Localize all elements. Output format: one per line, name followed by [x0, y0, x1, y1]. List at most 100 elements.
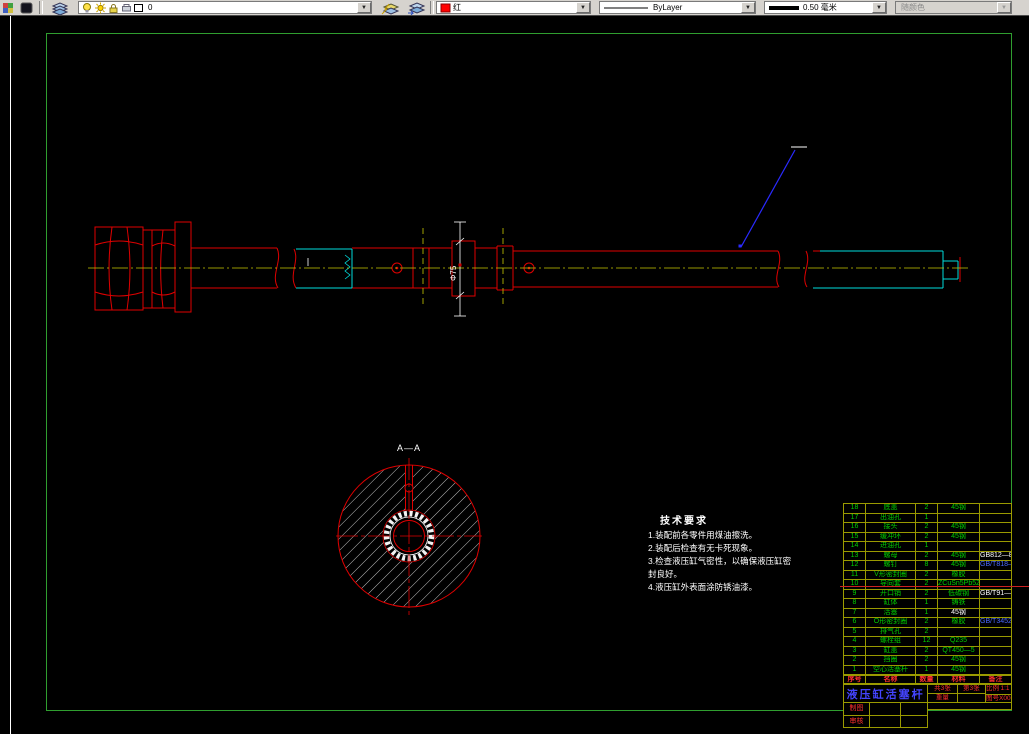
- cell-qty: 2: [916, 656, 938, 665]
- cell-name: 螺母: [866, 551, 916, 560]
- cell-no: 16: [844, 523, 866, 532]
- cell-no: 10: [844, 580, 866, 589]
- technical-requirements: 技术要求 1.装配前各零件用煤油擦洗。 2.装配后检查有无卡死现象。 3.检查液…: [648, 512, 808, 594]
- cell-material: 45钢: [938, 665, 980, 674]
- section-view-aa: [336, 458, 482, 616]
- table-row: 3 缸盖 2 QT450—5: [844, 646, 1011, 656]
- cell-remark: [980, 647, 1011, 656]
- layer-dropdown[interactable]: 0 ▼: [78, 1, 372, 14]
- table-row: 5 排气孔 2: [844, 627, 1011, 637]
- cell-no: 15: [844, 532, 866, 541]
- empty-cell: [901, 703, 927, 715]
- cell-name: 螺钉: [866, 561, 916, 570]
- cell-no: 9: [844, 589, 866, 598]
- linetype-value: ByLayer: [653, 3, 683, 12]
- color-value: 红: [453, 3, 461, 12]
- layer-properties-button[interactable]: [0, 0, 15, 15]
- cell-material: 橡胶: [938, 618, 980, 627]
- cell-remark: [980, 571, 1011, 580]
- layer-properties-icon: [2, 2, 13, 13]
- cell-qty: 2: [916, 627, 938, 636]
- cell-remark: [980, 637, 1011, 646]
- empty-cell: [870, 703, 901, 715]
- cell-material: 45钢: [938, 523, 980, 532]
- cell-qty: 2: [916, 646, 938, 655]
- dropdown-arrow-icon[interactable]: ▼: [576, 2, 590, 13]
- cell-no: 6: [844, 618, 866, 627]
- cell-name: 进油孔: [866, 542, 916, 551]
- lock-icon: [109, 3, 118, 13]
- drawing-title: 液压缸活塞杆: [844, 685, 929, 702]
- table-row: 7 活塞 1 45钢: [844, 608, 1011, 618]
- header-qty: 数量: [916, 676, 938, 683]
- bulb-icon: [83, 2, 91, 12]
- section-label: A—A: [397, 443, 421, 453]
- table-row: 11 V形密封圈 2 橡胶: [844, 570, 1011, 580]
- table-row: 17 出油孔 1: [844, 513, 1011, 523]
- header-name: 名称: [866, 676, 916, 683]
- lineweight-dropdown[interactable]: 0.50 毫米 ▼: [764, 1, 887, 14]
- cell-qty: 1: [916, 599, 938, 608]
- lineweight-sample-icon: [769, 5, 799, 10]
- cell-name: 开口销: [866, 589, 916, 598]
- cell-no: 11: [844, 570, 866, 579]
- table-row: 2 挡圈 2 45钢: [844, 656, 1011, 666]
- plotstyle-dropdown: 随颜色 ▼: [895, 1, 1012, 14]
- cell-name: 挡圈: [866, 656, 916, 665]
- cell-name: 出油孔: [866, 513, 916, 522]
- cell-qty: 8: [916, 561, 938, 570]
- table-row: 16 接头 2 45钢: [844, 523, 1011, 533]
- table-row: 15 缓冲环 2 45钢: [844, 532, 1011, 542]
- color-swatch-icon: [440, 3, 451, 12]
- signature-block: 制图 审核: [843, 702, 928, 728]
- cell-remark: GB/T3452—92: [980, 618, 1011, 625]
- cell-qty: 2: [916, 580, 938, 589]
- dropdown-arrow-icon[interactable]: ▼: [357, 2, 371, 13]
- header-remark: 备注: [988, 676, 1003, 683]
- layers-button[interactable]: [46, 0, 74, 15]
- cell-qty: 1: [916, 665, 938, 674]
- parts-list-header: 序号 名称 数量 材料 备注: [843, 675, 1012, 684]
- cell-remark: [980, 523, 1011, 532]
- layer-states-button[interactable]: [16, 0, 36, 15]
- cell-qty: 2: [916, 618, 938, 627]
- dropdown-arrow-icon[interactable]: ▼: [872, 2, 886, 13]
- color-dropdown[interactable]: 红 ▼: [436, 1, 591, 14]
- layer-previous-button[interactable]: [404, 0, 428, 15]
- toolbar-separator: [39, 1, 43, 14]
- empty-cell: [958, 694, 985, 702]
- cell-material: 低碳钢: [938, 589, 980, 598]
- dropdown-arrow-icon[interactable]: ▼: [741, 2, 755, 13]
- make-object-layer-current-button[interactable]: [378, 0, 402, 15]
- cell-name: 底盖: [866, 504, 916, 513]
- dimension-text: Φ75: [449, 265, 458, 281]
- tech-title: 技术要求: [660, 516, 708, 527]
- cell-qty: 1: [916, 513, 938, 522]
- cell-no: 5: [844, 627, 866, 636]
- sheet-total: 共3张: [928, 685, 957, 694]
- plotstyle-value: 随颜色: [901, 3, 925, 12]
- cell-material: QT450—5: [938, 646, 980, 655]
- cell-qty: 12: [916, 637, 938, 646]
- cell-name: 空心活塞杆: [866, 665, 916, 674]
- layers-stack-icon: [51, 1, 69, 15]
- table-row: 18 底盖 2 45钢: [844, 504, 1011, 514]
- stray-red-line: [840, 586, 1029, 587]
- layer-previous-icon: [408, 1, 426, 15]
- cell-qty: 2: [916, 504, 938, 513]
- cyan-sleeve-sections: [296, 248, 959, 289]
- header-material: 材料: [938, 676, 980, 683]
- linetype-dropdown[interactable]: ByLayer ▼: [599, 1, 756, 14]
- tech-line: 封良好。: [648, 569, 683, 579]
- cell-material: 45钢: [938, 551, 980, 560]
- empty-cell: [901, 716, 927, 728]
- cell-no: 8: [844, 599, 866, 608]
- cell-name: V形密封圈: [866, 570, 916, 579]
- grip-point[interactable]: [458, 263, 462, 267]
- linetype-sample-icon: [604, 7, 648, 8]
- tech-line: 1.装配前各零件用煤油擦洗。: [648, 530, 758, 540]
- sun-icon: [95, 2, 106, 13]
- checker-label: 审核: [844, 716, 870, 728]
- cell-remark: [980, 580, 1011, 589]
- cell-name: 缸体: [866, 599, 916, 608]
